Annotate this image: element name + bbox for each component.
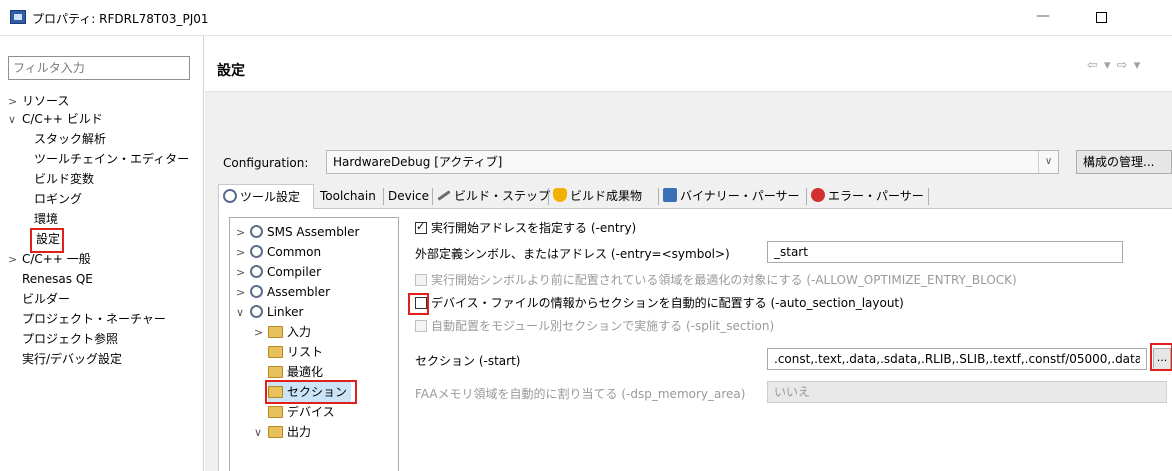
chevron-down-icon[interactable]: ∨ <box>1038 151 1058 173</box>
section-settings-form: 実行開始アドレスを指定する (-entry) 外部定義シンボル、またはアドレス … <box>408 209 1172 471</box>
tool-item-compiler[interactable]: > Compiler <box>236 262 321 282</box>
tool-item-linker[interactable]: ∨ Linker <box>236 302 303 322</box>
entry-symbol-input[interactable] <box>767 241 1123 263</box>
chevron-down-icon[interactable]: ∨ <box>8 110 22 130</box>
highlight-box <box>1150 343 1172 371</box>
title-bar: プロパティ: RFDRL78T03_PJ01 — <box>0 0 1172 36</box>
property-tree-panel: >リソース ∨C/C++ ビルド スタック解析 ツールチェイン・エディター ビル… <box>0 36 204 471</box>
tree-item-project-nature[interactable]: プロジェクト・ネーチャー <box>22 309 166 329</box>
navigation-arrows[interactable]: ⇦ ▾ ⇨ ▾ <box>1087 58 1141 73</box>
gear-icon <box>223 189 237 203</box>
tool-item-sms-assembler[interactable]: > SMS Assembler <box>236 222 359 242</box>
chevron-right-icon[interactable]: > <box>8 250 22 270</box>
chevron-down-icon[interactable]: ∨ <box>254 423 268 443</box>
configuration-label: Configuration: <box>223 156 309 170</box>
chevron-right-icon[interactable]: > <box>236 223 250 243</box>
section-input[interactable] <box>767 348 1147 370</box>
window-title: プロパティ: RFDRL78T03_PJ01 <box>32 12 209 26</box>
maximize-button[interactable] <box>1096 12 1107 23</box>
entry-option-row[interactable]: 実行開始アドレスを指定する (-entry) <box>415 219 636 236</box>
page-title: 設定 <box>217 63 245 79</box>
gear-icon <box>250 245 263 258</box>
folder-icon <box>268 426 283 438</box>
filter-input[interactable] <box>8 56 190 80</box>
tree-item-toolchain-editor[interactable]: ツールチェイン・エディター <box>34 149 189 169</box>
tool-item-assembler[interactable]: > Assembler <box>236 282 330 302</box>
auto-section-row[interactable]: デバイス・ファイルの情報からセクションを自動的に配置する (-auto_sect… <box>415 294 904 311</box>
entry-symbol-label: 外部定義シンボル、またはアドレス (-entry=<symbol>) <box>415 247 730 261</box>
highlight-box <box>265 380 357 404</box>
tree-item-renesas-qe[interactable]: Renesas QE <box>22 269 93 289</box>
chevron-right-icon[interactable]: > <box>254 323 268 343</box>
minimize-button[interactable]: — <box>1033 8 1053 24</box>
split-section-row: 自動配置をモジュール別セクションで実施する (-split_section) <box>415 317 774 334</box>
gear-icon <box>250 225 263 238</box>
tab-build-artifacts[interactable]: ビルド成果物 <box>549 184 642 209</box>
tab-binary-parsers[interactable]: バイナリー・パーサー <box>659 184 800 209</box>
tab-build-steps[interactable]: ビルド・ステップ <box>433 184 550 209</box>
folder-icon <box>268 346 283 358</box>
tool-item-optimize[interactable]: 最適化 <box>268 362 323 382</box>
tree-item-resource[interactable]: > リソース <box>8 91 69 111</box>
allow-optimize-checkbox <box>415 274 427 286</box>
folder-icon <box>268 406 283 418</box>
tree-item-stack-analysis[interactable]: スタック解析 <box>34 129 106 149</box>
tab-bar: ツール設定 Toolchain Device ビルド・ステップ ビルド成果物 バ… <box>218 184 1172 209</box>
allow-optimize-row: 実行開始シンボルより前に配置されている領域を最適化の対象にする (-ALLOW_… <box>415 271 1017 288</box>
binary-icon <box>663 188 677 202</box>
dsp-memory-label: FAAメモリ領域を自動的に割り当てる (-dsp_memory_area) <box>415 387 746 401</box>
folder-icon <box>268 326 283 338</box>
tab-error-parsers[interactable]: エラー・パーサー <box>807 184 924 209</box>
manage-configurations-button[interactable]: 構成の管理... <box>1076 150 1172 174</box>
tree-item-environment[interactable]: 環境 <box>34 209 58 229</box>
tree-item-run-debug-settings[interactable]: 実行/デバッグ設定 <box>22 349 122 369</box>
chevron-right-icon[interactable]: > <box>236 263 250 283</box>
tool-item-input[interactable]: > 入力 <box>254 322 311 342</box>
gear-icon <box>250 265 263 278</box>
settings-panel: 設定 ⇦ ▾ ⇨ ▾ Configuration: HardwareDebug … <box>205 36 1172 471</box>
tree-item-project-references[interactable]: プロジェクト参照 <box>22 329 118 349</box>
tab-device[interactable]: Device <box>384 184 429 209</box>
tool-settings-tree: > SMS Assembler > Common > Compiler > Assemb… <box>229 217 399 471</box>
tool-item-common[interactable]: > Common <box>236 242 321 262</box>
tree-item-builder[interactable]: ビルダー <box>22 289 70 309</box>
wand-icon <box>437 190 451 201</box>
section-label: セクション (-start) <box>415 354 521 368</box>
tab-tool-settings[interactable]: ツール設定 <box>218 184 314 209</box>
gear-icon <box>250 305 263 318</box>
chevron-right-icon[interactable]: > <box>236 243 250 263</box>
settings-header: 設定 ⇦ ▾ ⇨ ▾ <box>205 36 1172 92</box>
tree-item-logging[interactable]: ロギング <box>34 189 82 209</box>
tool-item-output[interactable]: ∨ 出力 <box>254 422 311 442</box>
dsp-memory-select: いいえ <box>767 381 1167 403</box>
tree-item-build-variables[interactable]: ビルド変数 <box>34 169 94 189</box>
tab-toolchain[interactable]: Toolchain <box>316 184 376 209</box>
tree-item-cpp-general[interactable]: > C/C++ 一般 <box>8 249 91 269</box>
error-icon <box>811 188 825 202</box>
tool-item-device[interactable]: デバイス <box>268 402 335 422</box>
tool-item-list[interactable]: リスト <box>268 342 323 362</box>
chevron-right-icon[interactable]: > <box>236 283 250 303</box>
trophy-icon <box>553 188 567 202</box>
folder-icon <box>268 366 283 378</box>
entry-checkbox[interactable] <box>415 220 427 234</box>
split-section-checkbox <box>415 320 427 332</box>
chevron-down-icon[interactable]: ∨ <box>236 303 250 323</box>
tab-content: > SMS Assembler > Common > Compiler > Assemb… <box>218 209 1172 471</box>
gear-icon <box>250 285 263 298</box>
configuration-select[interactable]: HardwareDebug [アクティブ] ∨ <box>326 150 1059 174</box>
tab-separator <box>928 188 929 205</box>
app-icon <box>10 10 26 24</box>
highlight-box <box>408 293 429 315</box>
tree-item-cpp-build[interactable]: ∨ C/C++ ビルド <box>8 109 103 129</box>
